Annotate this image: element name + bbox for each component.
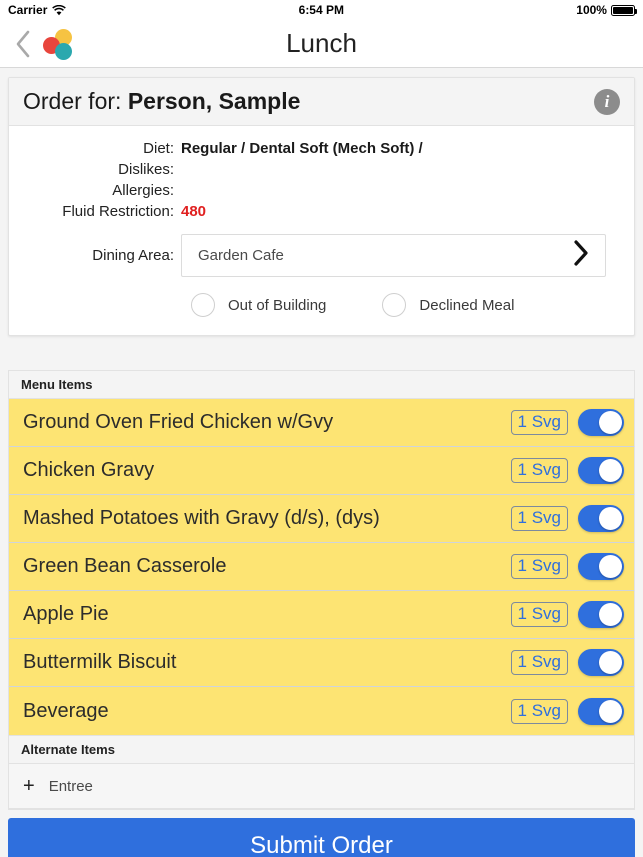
nav-bar: Lunch — [0, 20, 643, 68]
serving-badge[interactable]: 1 Svg — [511, 602, 568, 627]
diet-value: Regular / Dental Soft (Mech Soft) / — [181, 140, 423, 161]
menu-item-name: Mashed Potatoes with Gravy (d/s), (dys) — [23, 507, 511, 530]
serving-badge[interactable]: 1 Svg — [511, 650, 568, 675]
diet-label: Diet: — [9, 140, 181, 161]
menu-item-name: Ground Oven Fried Chicken w/Gvy — [23, 411, 511, 434]
allergies-label: Allergies: — [9, 182, 181, 203]
serving-badge[interactable]: 1 Svg — [511, 554, 568, 579]
table-row: Fluid Restriction: 480 — [9, 203, 423, 224]
dislikes-value — [181, 161, 423, 182]
order-card-body: Diet: Regular / Dental Soft (Mech Soft) … — [9, 126, 634, 335]
alternate-items-section: Alternate Items + Entree — [8, 736, 635, 810]
submit-area: Submit Order — [0, 810, 643, 857]
menu-item-row[interactable]: Mashed Potatoes with Gravy (d/s), (dys) … — [9, 495, 634, 543]
page-title: Lunch — [0, 28, 643, 59]
diet-info-table: Diet: Regular / Dental Soft (Mech Soft) … — [9, 140, 423, 224]
chevron-right-icon — [571, 238, 591, 273]
fluid-restriction-value: 480 — [181, 203, 423, 224]
menu-items-header: Menu Items — [9, 371, 634, 399]
menu-item-row[interactable]: Buttermilk Biscuit 1 Svg — [9, 639, 634, 687]
status-bar-left: Carrier — [8, 3, 66, 17]
radio-label: Declined Meal — [419, 297, 514, 314]
order-for-prefix: Order for: — [23, 88, 128, 114]
app-logo-icon[interactable] — [42, 27, 76, 61]
submit-order-button[interactable]: Submit Order — [8, 818, 635, 857]
serving-badge[interactable]: 1 Svg — [511, 699, 568, 724]
menu-item-row[interactable]: Ground Oven Fried Chicken w/Gvy 1 Svg — [9, 399, 634, 447]
menu-item-name: Buttermilk Biscuit — [23, 651, 511, 674]
meal-status-options: Out of Building Declined Meal — [9, 293, 634, 317]
carrier-label: Carrier — [8, 3, 47, 17]
back-button[interactable] — [6, 20, 40, 68]
menu-item-toggle[interactable] — [578, 409, 624, 436]
dining-area-label: Dining Area: — [9, 247, 181, 264]
status-bar-right: 100% — [576, 3, 635, 17]
menu-item-toggle[interactable] — [578, 553, 624, 580]
patient-name: Person, Sample — [128, 88, 301, 114]
info-icon[interactable]: i — [594, 89, 620, 115]
dining-area-select[interactable]: Garden Cafe — [181, 234, 606, 277]
menu-item-name: Chicken Gravy — [23, 459, 511, 482]
fluid-restriction-label: Fluid Restriction: — [9, 203, 181, 224]
menu-items-section: Menu Items Ground Oven Fried Chicken w/G… — [8, 370, 635, 736]
menu-item-toggle[interactable] — [578, 601, 624, 628]
battery-percent-label: 100% — [576, 3, 607, 17]
order-card-header: Order for: Person, Sample i — [9, 78, 634, 126]
alternate-item-entree[interactable]: + Entree — [9, 764, 634, 809]
chevron-left-icon — [15, 30, 31, 58]
alternate-items-header: Alternate Items — [9, 736, 634, 764]
dislikes-label: Dislikes: — [9, 161, 181, 182]
dining-area-value: Garden Cafe — [198, 247, 284, 264]
serving-badge[interactable]: 1 Svg — [511, 410, 568, 435]
wifi-icon — [52, 5, 66, 16]
menu-item-name: Green Bean Casserole — [23, 555, 511, 578]
menu-item-row[interactable]: Apple Pie 1 Svg — [9, 591, 634, 639]
logo-dot-teal — [55, 43, 72, 60]
dining-area-row: Dining Area: Garden Cafe — [9, 234, 634, 277]
radio-out-of-building[interactable]: Out of Building — [191, 293, 326, 317]
app-screen: Carrier 6:54 PM 100% Lunc — [0, 0, 643, 857]
table-row: Diet: Regular / Dental Soft (Mech Soft) … — [9, 140, 423, 161]
radio-label: Out of Building — [228, 297, 326, 314]
menu-item-row[interactable]: Chicken Gravy 1 Svg — [9, 447, 634, 495]
serving-badge[interactable]: 1 Svg — [511, 458, 568, 483]
radio-declined-meal[interactable]: Declined Meal — [382, 293, 514, 317]
menu-item-toggle[interactable] — [578, 505, 624, 532]
table-row: Dislikes: — [9, 161, 423, 182]
plus-icon: + — [23, 776, 35, 796]
menu-item-name: Beverage — [23, 700, 511, 723]
radio-circle-icon — [382, 293, 406, 317]
alternate-item-label: Entree — [49, 778, 93, 795]
order-card: Order for: Person, Sample i Diet: Regula… — [8, 77, 635, 336]
allergies-value — [181, 182, 423, 203]
menu-item-row[interactable]: Beverage 1 Svg — [9, 687, 634, 735]
battery-icon — [611, 5, 635, 16]
radio-circle-icon — [191, 293, 215, 317]
order-for-title: Order for: Person, Sample — [23, 88, 300, 115]
menu-item-row[interactable]: Green Bean Casserole 1 Svg — [9, 543, 634, 591]
menu-item-name: Apple Pie — [23, 603, 511, 626]
menu-item-toggle[interactable] — [578, 649, 624, 676]
serving-badge[interactable]: 1 Svg — [511, 506, 568, 531]
menu-item-toggle[interactable] — [578, 698, 624, 725]
table-row: Allergies: — [9, 182, 423, 203]
menu-item-toggle[interactable] — [578, 457, 624, 484]
status-bar-time: 6:54 PM — [299, 3, 344, 17]
status-bar: Carrier 6:54 PM 100% — [0, 0, 643, 20]
